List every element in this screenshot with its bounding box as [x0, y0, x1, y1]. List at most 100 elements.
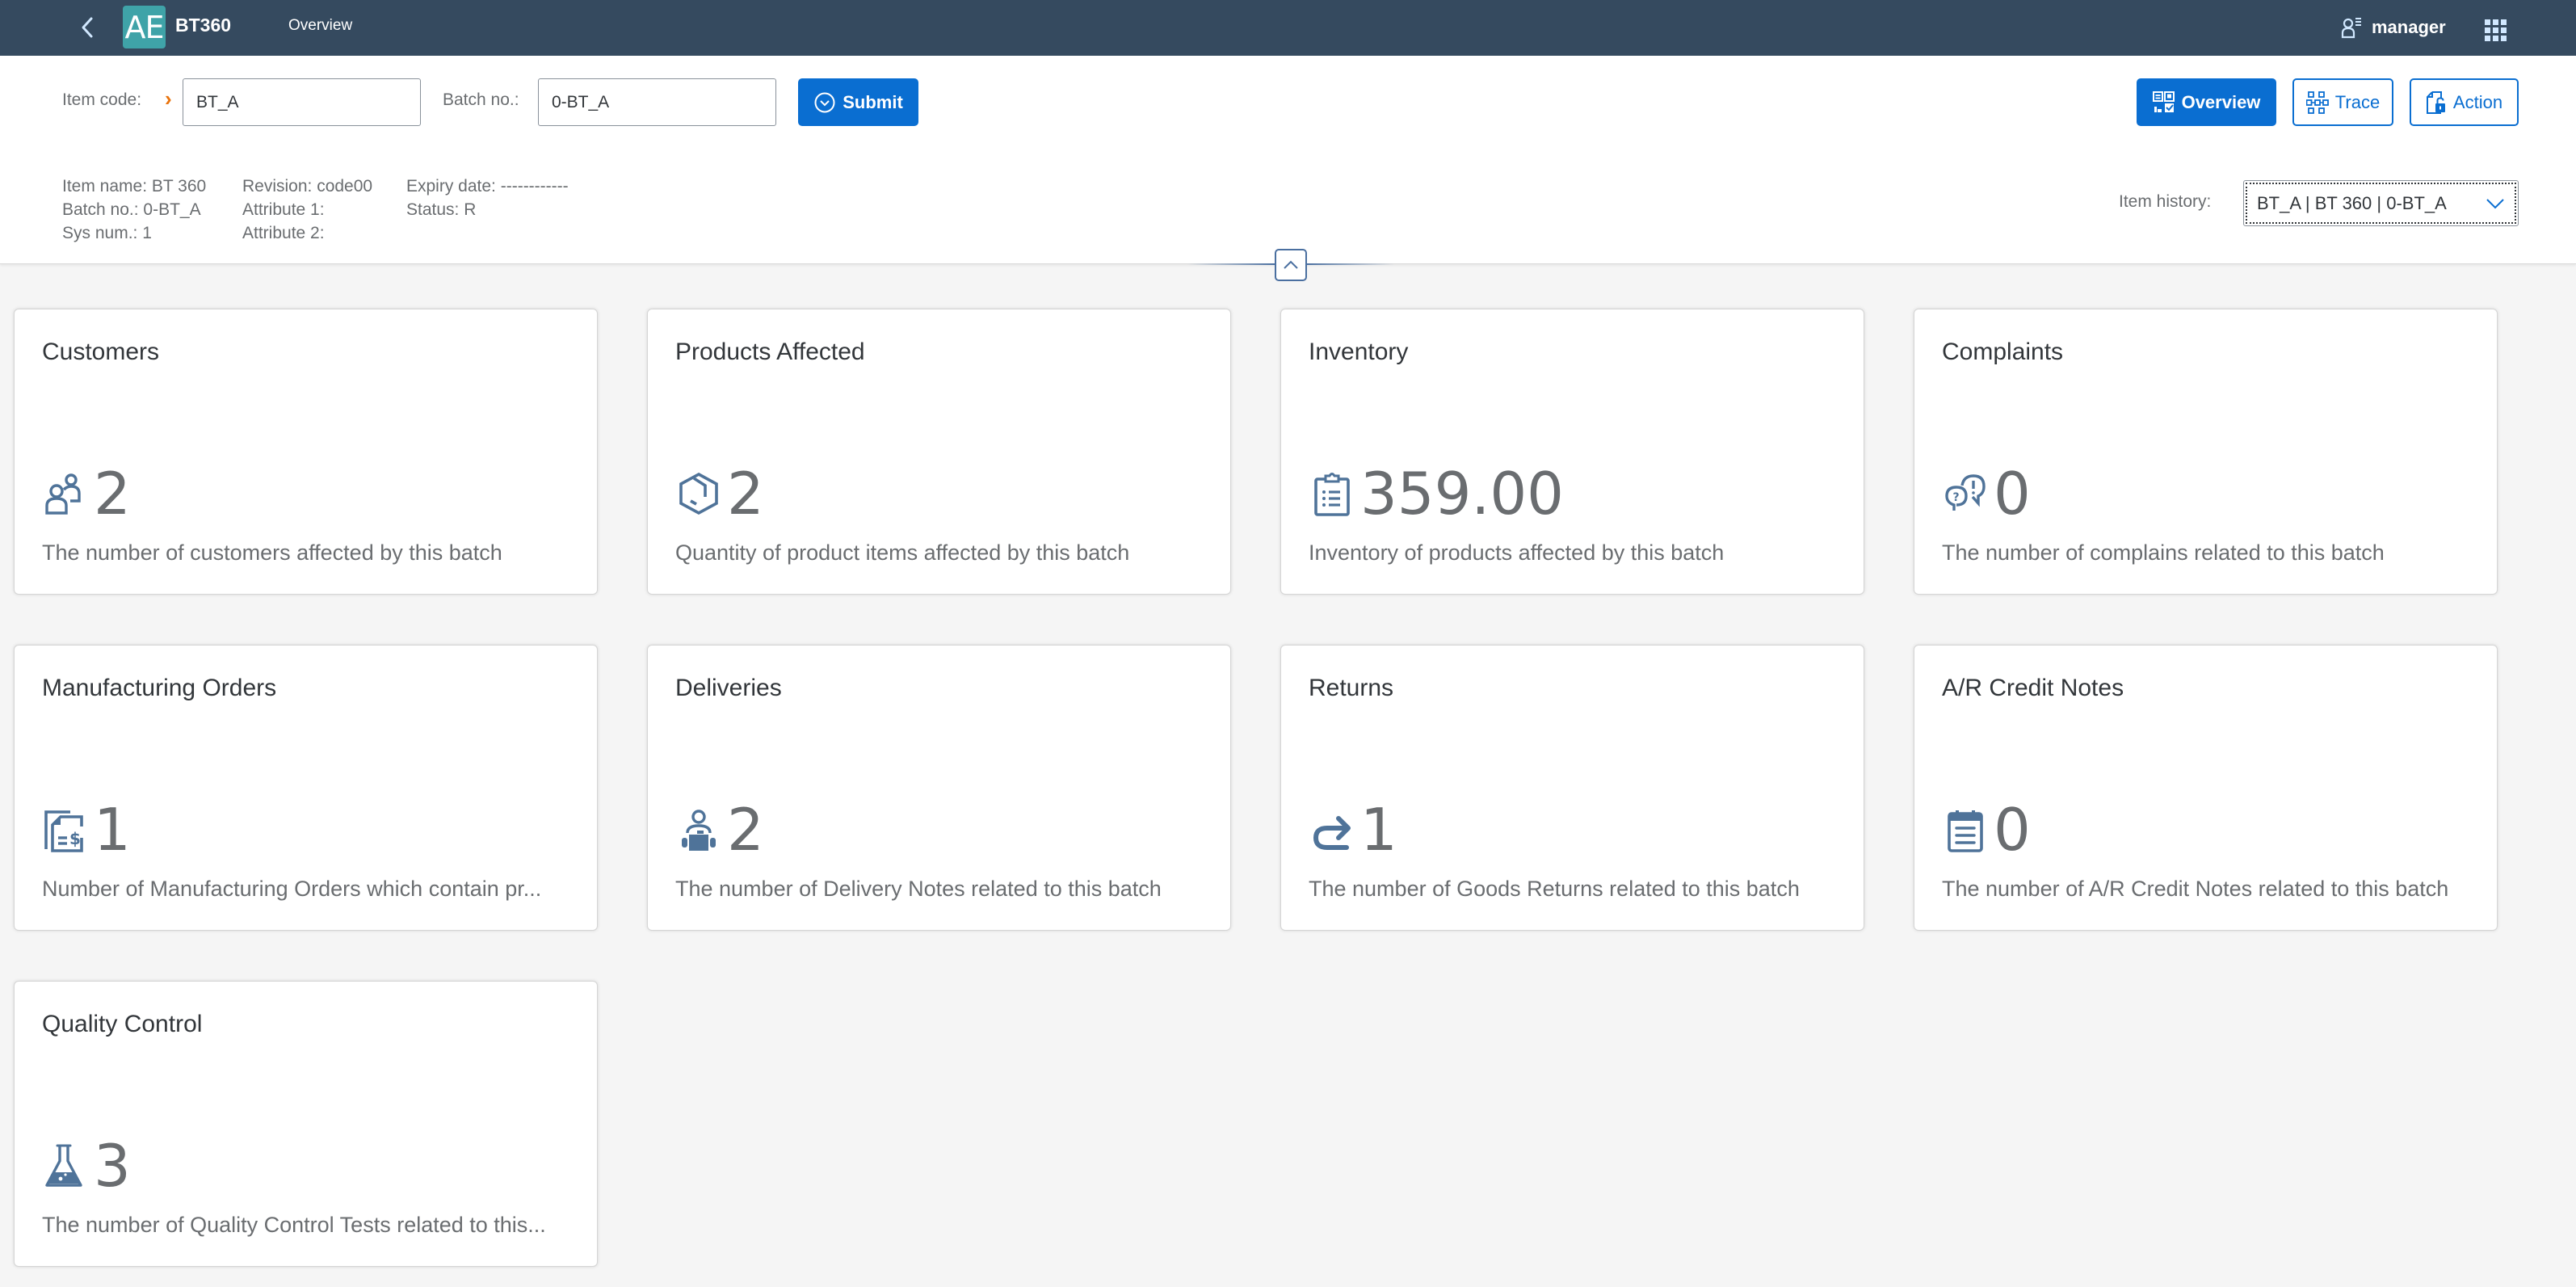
user-menu[interactable]: manager: [2341, 11, 2446, 44]
kpi-tile-a-r-credit-notes[interactable]: A/R Credit Notes 0 The number of A/R Cre…: [1914, 645, 2498, 931]
tile-kpi: $ 1: [42, 797, 131, 862]
tile-kpi: 1: [1309, 797, 1397, 862]
overview-dashboard-icon: [2152, 90, 2175, 112]
document-lock-icon: [2426, 90, 2445, 114]
app-title: BT360: [175, 15, 232, 36]
action-label: Action: [2452, 91, 2503, 112]
tile-description: The number of Quality Control Tests rela…: [42, 1213, 546, 1237]
batch-no-input[interactable]: [538, 78, 776, 126]
kpi-tile-inventory[interactable]: Inventory 359.00 Inventory of products a…: [1280, 309, 1864, 595]
tile-value: 3: [94, 1132, 131, 1200]
item-history-label: Item history:: [2119, 192, 2212, 211]
trace-button[interactable]: Trace: [2292, 78, 2393, 126]
kpi-tile-returns[interactable]: Returns 1 The number of Goods Returns re…: [1280, 645, 1864, 931]
submit-circle-icon: [814, 92, 835, 112]
action-button[interactable]: Action: [2410, 78, 2519, 126]
tile-title: Manufacturing Orders: [42, 675, 277, 701]
lab-flask-icon: [42, 1142, 89, 1189]
item-details: Item name: BT 360 Revision: code00 Expir…: [62, 177, 616, 242]
tile-title: Customers: [42, 339, 160, 365]
divider-right: [1307, 263, 1394, 265]
app-launcher-icon[interactable]: [2480, 15, 2507, 42]
tile-kpi: ? 0: [1942, 461, 2031, 526]
tile-value: 1: [1360, 796, 1397, 864]
product-box-icon: [675, 470, 722, 517]
tile-description: The number of Goods Returns related to t…: [1309, 877, 1800, 901]
tile-value: 359.00: [1360, 460, 1564, 528]
chevron-up-icon: [1284, 260, 1298, 269]
item-history-select[interactable]: BT_A | BT 360 | 0-BT_A: [2243, 180, 2519, 226]
tile-value: 1: [94, 796, 131, 864]
item-code-input[interactable]: [183, 78, 421, 126]
tile-description: The number of Delivery Notes related to …: [675, 877, 1162, 901]
clipboard-list-icon: [1309, 470, 1355, 517]
attribute-1-field: Attribute 1:: [242, 200, 325, 219]
user-name: manager: [2372, 17, 2446, 37]
submit-button[interactable]: Submit: [798, 78, 918, 126]
status-field: Status: R: [406, 200, 477, 219]
svg-text:?: ?: [1953, 491, 1960, 504]
tile-value: 2: [727, 796, 764, 864]
divider-left: [1187, 263, 1275, 265]
customers-icon: [42, 470, 89, 517]
tile-description: Number of Manufacturing Orders which con…: [42, 877, 542, 901]
tile-kpi: 2: [42, 461, 131, 526]
submit-label: Submit: [843, 91, 903, 112]
notepad-icon: [1942, 806, 1989, 853]
kpi-tile-complaints[interactable]: Complaints ? 0 The number of complains r…: [1914, 309, 2498, 595]
return-arrow-icon: [1309, 806, 1355, 853]
tile-description: Inventory of products affected by this b…: [1309, 540, 1725, 565]
delivery-person-icon: [675, 806, 722, 853]
tile-kpi: 2: [675, 461, 764, 526]
chevron-down-icon: [2486, 198, 2504, 208]
item-code-label: Item code:: [62, 90, 142, 109]
kpi-tile-quality-control[interactable]: Quality Control 3 The number of Quality …: [14, 981, 598, 1267]
complaint-bubbles-icon: ?: [1942, 470, 1989, 517]
kpi-tile-manufacturing-orders[interactable]: Manufacturing Orders $ 1 Number of Manuf…: [14, 645, 598, 931]
collapse-header-button[interactable]: [1275, 249, 1307, 281]
page-subtitle: Overview: [288, 17, 353, 34]
object-header: Item code: › Batch no.: Submit Overview: [0, 56, 2576, 264]
tile-title: Quality Control: [42, 1011, 203, 1037]
batch-no-field: Batch no.: 0-BT_A: [62, 200, 201, 219]
tile-title: Inventory: [1309, 339, 1409, 365]
item-history-value: BT_A | BT 360 | 0-BT_A: [2257, 192, 2447, 213]
tile-description: The number of A/R Credit Notes related t…: [1942, 877, 2449, 901]
tile-title: Complaints: [1942, 339, 2064, 365]
tile-description: Quantity of product items affected by th…: [675, 540, 1130, 565]
required-indicator-icon: ›: [165, 86, 172, 111]
document-dollar-icon: $: [42, 806, 89, 853]
tile-kpi: 3: [42, 1133, 131, 1198]
chevron-left-icon: [82, 17, 93, 38]
tile-value: 2: [94, 460, 131, 528]
item-name-field: Item name: BT 360: [62, 177, 207, 196]
tile-title: Returns: [1309, 675, 1394, 701]
trace-label: Trace: [2334, 91, 2381, 112]
kpi-tile-deliveries[interactable]: Deliveries 2 The number of Delivery Note…: [647, 645, 1231, 931]
tile-description: The number of customers affected by this…: [42, 540, 502, 565]
shell-bar: AE BT360 Overview manager: [0, 0, 2576, 56]
svg-text:$: $: [69, 829, 81, 848]
tile-title: Deliveries: [675, 675, 782, 701]
tile-title: Products Affected: [675, 339, 865, 365]
expiry-date-field: Expiry date: ------------: [406, 177, 569, 196]
app-logo: AE: [123, 6, 166, 48]
tile-title: A/R Credit Notes: [1942, 675, 2124, 701]
tile-kpi: 359.00: [1309, 461, 1564, 526]
tile-kpi: 0: [1942, 797, 2031, 862]
overview-label: Overview: [2181, 91, 2261, 112]
tile-description: The number of complains related to this …: [1942, 540, 2385, 565]
kpi-tile-customers[interactable]: Customers 2 The number of customers affe…: [14, 309, 598, 595]
user-settings-icon: [2341, 18, 2361, 39]
batch-no-label: Batch no.:: [443, 90, 519, 109]
tile-value: 2: [727, 460, 764, 528]
revision-field: Revision: code00: [242, 177, 373, 196]
tile-value: 0: [1994, 796, 2031, 864]
back-button[interactable]: [71, 10, 103, 45]
tile-kpi: 2: [675, 797, 764, 862]
overview-button[interactable]: Overview: [2137, 78, 2276, 126]
sys-num-field: Sys num.: 1: [62, 224, 152, 242]
trace-network-icon: [2305, 90, 2329, 114]
kpi-tile-products-affected[interactable]: Products Affected 2 Quantity of product …: [647, 309, 1231, 595]
attribute-2-field: Attribute 2:: [242, 224, 325, 242]
